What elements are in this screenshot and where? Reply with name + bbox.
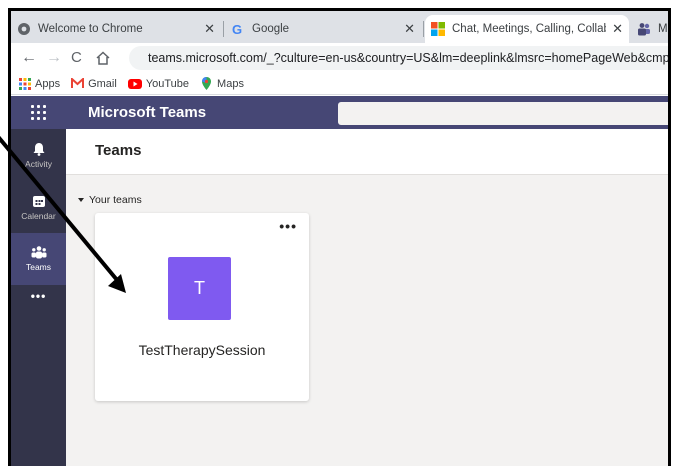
chrome-icon <box>18 23 30 35</box>
rail-label: Activity <box>25 158 52 169</box>
teams-icon <box>638 23 650 36</box>
teams-main: Teams Your teams ••• T TestTherapySessio… <box>66 129 668 466</box>
rail-item-teams[interactable]: Teams <box>11 233 66 285</box>
microsoft-icon <box>431 22 445 36</box>
tab-title: Mi <box>658 23 671 35</box>
bookmark-label: Apps <box>35 77 61 90</box>
bell-icon <box>33 142 44 156</box>
section-label: Your teams <box>89 194 142 206</box>
home-icon[interactable] <box>96 51 110 65</box>
browser-toolbar: ← → C teams.microsoft.com/_?culture=en-u… <box>11 43 668 73</box>
google-icon: G <box>232 22 242 36</box>
calendar-icon <box>32 195 45 207</box>
bookmark-label: Gmail <box>88 77 117 90</box>
forward-arrow-icon[interactable]: → <box>46 47 62 69</box>
tab-teams[interactable]: Mi <box>631 15 671 43</box>
tab-title: Welcome to Chrome <box>38 23 143 35</box>
browser-window: Welcome to Chrome ✕ G Google ✕ Chat, Mee… <box>8 8 671 466</box>
page-header: Teams <box>66 129 668 175</box>
tab-close-icon[interactable]: ✕ <box>204 21 215 37</box>
tab-welcome[interactable]: Welcome to Chrome ✕ <box>11 15 223 43</box>
left-border <box>0 0 8 466</box>
reload-icon[interactable]: C <box>71 47 82 69</box>
caret-down-icon <box>78 198 84 202</box>
bookmark-youtube[interactable]: YouTube <box>127 77 190 90</box>
teams-header: Microsoft Teams <box>11 96 668 129</box>
bookmark-maps[interactable]: Maps <box>200 77 244 90</box>
apps-grid-icon <box>19 77 31 90</box>
svg-text:G: G <box>232 22 242 36</box>
tab-divider <box>423 21 424 37</box>
tab-close-icon[interactable]: ✕ <box>612 21 623 37</box>
search-input[interactable] <box>338 102 668 125</box>
teams-app: Microsoft Teams Activity Calendar Teams … <box>11 96 668 466</box>
gmail-icon <box>71 78 85 88</box>
team-avatar: T <box>168 257 231 320</box>
team-card[interactable]: ••• T TestTherapySession <box>95 213 309 401</box>
bookmark-gmail[interactable]: Gmail <box>71 78 117 90</box>
tab-close-icon[interactable]: ✕ <box>404 21 415 37</box>
bookmark-label: YouTube <box>145 77 190 90</box>
bookmark-label: Maps <box>217 77 244 90</box>
rail-label: Calendar <box>21 210 56 221</box>
more-apps-icon[interactable]: ••• <box>11 279 66 313</box>
youtube-icon <box>127 78 142 89</box>
tab-strip: Welcome to Chrome ✕ G Google ✕ Chat, Mee… <box>11 11 668 43</box>
rail-item-calendar[interactable]: Calendar <box>11 181 66 233</box>
team-initial: T <box>194 278 205 298</box>
tab-google[interactable]: G Google ✕ <box>225 15 421 43</box>
teams-people-icon <box>31 246 46 259</box>
page-title: Teams <box>95 142 142 159</box>
app-title: Microsoft Teams <box>88 104 207 121</box>
maps-icon <box>202 77 212 90</box>
tab-title: Chat, Meetings, Calling, Collabor <box>452 23 606 35</box>
url-text: teams.microsoft.com/_?culture=en-us&coun… <box>148 51 671 65</box>
team-name: TestTherapySession <box>138 342 266 358</box>
back-arrow-icon[interactable]: ← <box>21 47 37 69</box>
your-teams-toggle[interactable]: Your teams <box>78 194 142 206</box>
tab-title: Google <box>252 23 290 35</box>
app-rail: Activity Calendar Teams ••• <box>11 129 66 466</box>
tab-divider <box>223 21 224 37</box>
bookmarks-bar: Apps Gmail YouTube Maps <box>11 73 668 95</box>
address-bar[interactable]: teams.microsoft.com/_?culture=en-us&coun… <box>129 46 671 70</box>
rail-item-activity[interactable]: Activity <box>11 129 66 181</box>
more-options-icon[interactable]: ••• <box>279 218 297 234</box>
rail-label: Teams <box>25 262 52 272</box>
tab-microsoft[interactable]: Chat, Meetings, Calling, Collabor ✕ <box>425 15 629 43</box>
app-launcher-icon[interactable] <box>31 105 47 121</box>
bookmark-apps[interactable]: Apps <box>19 77 61 90</box>
